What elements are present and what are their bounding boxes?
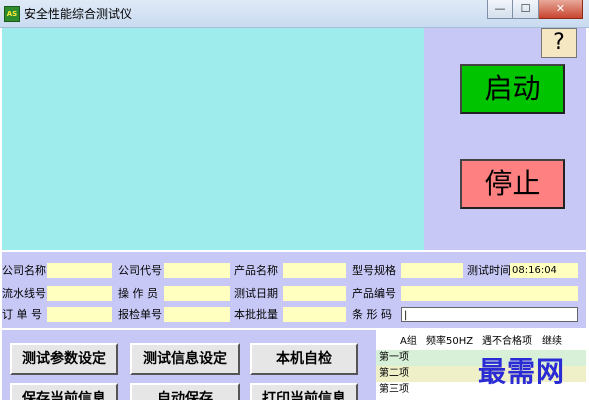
test-info-button[interactable]: 测试信息设定 [130, 343, 240, 375]
batch-field[interactable] [283, 307, 346, 322]
test-date-field[interactable] [283, 286, 346, 301]
window-controls: — ☐ ✕ [487, 0, 583, 20]
frequency-label: 频率50HZ [426, 336, 474, 347]
line-no-label: 流水线号 [2, 287, 46, 300]
auto-save-button[interactable]: 自动保存 [130, 383, 240, 400]
title-bar: AS 安全性能综合测试仪 — ☐ ✕ [0, 0, 589, 28]
control-panel [424, 28, 586, 250]
save-current-button[interactable]: 保存当前信息 [10, 383, 118, 400]
test-time-value: 08:16:04 [512, 265, 557, 276]
close-button[interactable]: ✕ [539, 0, 583, 19]
model-label: 型号规格 [352, 264, 396, 277]
barcode-cursor: | [404, 310, 408, 321]
test-date-label: 测试日期 [234, 287, 278, 300]
product-name-field[interactable] [283, 263, 346, 278]
barcode-input[interactable]: | [401, 307, 578, 322]
inspect-no-label: 报检单号 [118, 308, 162, 321]
order-no-field[interactable] [47, 307, 112, 322]
company-code-label: 公司代号 [118, 264, 162, 277]
action-label[interactable]: 继续 [542, 334, 562, 350]
on-fail-label: 遇不合格项 [482, 336, 532, 347]
barcode-label: 条 形 码 [352, 308, 392, 321]
order-no-label: 订 单 号 [2, 308, 42, 321]
start-button[interactable]: 启动 [460, 64, 565, 114]
company-name-field[interactable] [47, 263, 112, 278]
test-time-field: 08:16:04 [510, 263, 578, 278]
maximize-button[interactable]: ☐ [513, 0, 539, 19]
test-display-area [2, 28, 424, 250]
results-header: A组 频率50HZ 遇不合格项 继续 [376, 334, 586, 350]
self-check-button[interactable]: 本机自检 [250, 343, 358, 375]
model-field[interactable] [401, 263, 463, 278]
company-name-label: 公司名称 [2, 264, 46, 277]
test-time-label: 测试时间 [467, 264, 511, 277]
stop-button[interactable]: 停止 [460, 159, 565, 209]
print-current-button[interactable]: 打印当前信息 [250, 383, 358, 400]
product-no-label: 产品编号 [352, 287, 396, 300]
app-icon: AS [4, 6, 20, 22]
inspect-no-field[interactable] [164, 307, 230, 322]
app-window: AS 安全性能综合测试仪 — ☐ ✕ ? 启动 停止 公司名称 公司代号 产品名… [0, 0, 589, 400]
operator-label: 操 作 员 [118, 287, 158, 300]
company-code-field[interactable] [164, 263, 230, 278]
window-title: 安全性能综合测试仪 [24, 7, 133, 21]
line-no-field[interactable] [47, 286, 112, 301]
watermark: 最需网 [478, 355, 566, 388]
product-no-field[interactable] [401, 286, 578, 301]
help-button[interactable]: ? [541, 28, 577, 58]
group-label: A组 [400, 336, 417, 347]
test-params-button[interactable]: 测试参数设定 [10, 343, 118, 375]
operator-field[interactable] [164, 286, 230, 301]
product-name-label: 产品名称 [234, 264, 278, 277]
minimize-button[interactable]: — [487, 0, 513, 19]
batch-label: 本批批量 [234, 308, 278, 321]
